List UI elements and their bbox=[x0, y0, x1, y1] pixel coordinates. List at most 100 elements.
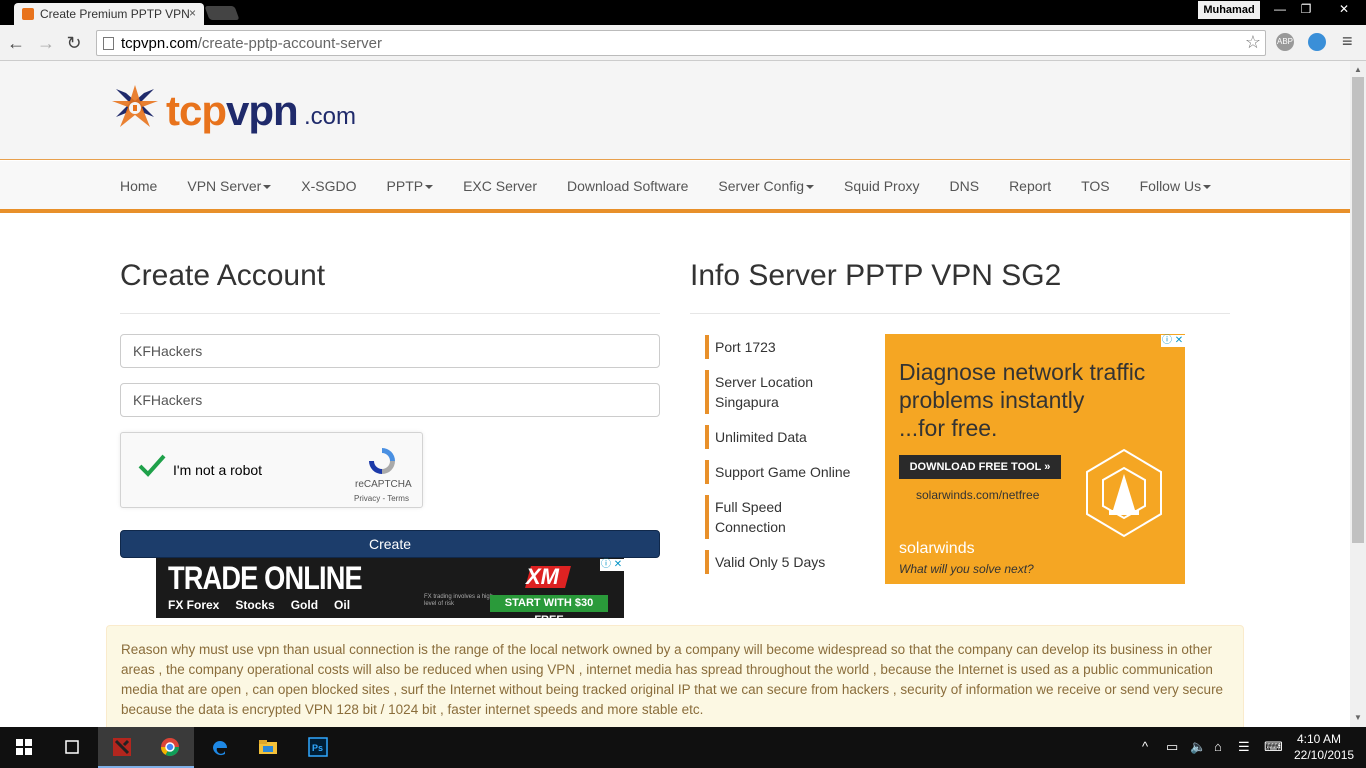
nav-item-exc-server[interactable]: EXC Server bbox=[448, 161, 552, 209]
chrome-icon bbox=[161, 738, 179, 757]
recaptcha-logo-icon bbox=[369, 448, 395, 474]
nav-item-dns[interactable]: DNS bbox=[935, 161, 995, 209]
server-info-list: Port 1723 Server Location Singapura Unlimi… bbox=[705, 335, 855, 585]
browser-tab[interactable]: Create Premium PPTP VPN × bbox=[14, 3, 204, 25]
photoshop-icon: Ps bbox=[308, 737, 328, 757]
browser-toolbar: ← → ↻ tcpvpn.com/create-pptp-account-ser… bbox=[0, 25, 1366, 61]
windows-taskbar: Ps ^ ▭ 🔈 ⌂ ☰ ⌨ 4:10 AM 22/10/2015 bbox=[0, 727, 1366, 768]
tab-close-icon[interactable]: × bbox=[189, 6, 196, 20]
scroll-down-icon[interactable]: ▼ bbox=[1354, 713, 1362, 722]
taskbar-dota2[interactable] bbox=[98, 727, 146, 768]
taskbar-clock[interactable]: 4:10 AM 22/10/2015 bbox=[1294, 731, 1354, 763]
adblock-icon[interactable]: ABP bbox=[1276, 33, 1294, 51]
nav-item-follow-us[interactable]: Follow Us bbox=[1125, 161, 1226, 209]
taskbar-photoshop[interactable]: Ps bbox=[294, 727, 342, 768]
ad-site-link[interactable]: solarwinds.com/netfree bbox=[916, 488, 1039, 502]
battery-icon[interactable]: ▭ bbox=[1166, 739, 1178, 755]
ad-info-icon[interactable]: ⓘ bbox=[600, 559, 612, 571]
close-window-button[interactable]: ✕ bbox=[1326, 0, 1362, 18]
ad-cta-button[interactable]: START WITH $30 FREE bbox=[490, 595, 608, 618]
info-item: Support Game Online bbox=[705, 460, 855, 484]
ad-brand: XM bbox=[526, 564, 559, 589]
ad-close-icon[interactable]: ✕ bbox=[1173, 335, 1185, 347]
ad-close-icon[interactable]: ✕ bbox=[612, 559, 624, 571]
keyboard-icon[interactable]: ⌨ bbox=[1264, 739, 1283, 755]
captcha-label: I'm not a robot bbox=[173, 462, 263, 478]
info-item: Full Speed Connection bbox=[705, 495, 855, 539]
logo-mark-icon bbox=[112, 85, 158, 127]
nav-item-server-config[interactable]: Server Config bbox=[703, 161, 829, 209]
ad-item: Gold bbox=[290, 598, 319, 612]
taskbar-edge[interactable] bbox=[196, 727, 244, 768]
url-path: /create-pptp-account-server bbox=[197, 35, 382, 52]
page-scrollbar[interactable]: ▲ ▼ bbox=[1350, 61, 1366, 727]
minimize-button[interactable]: — bbox=[1268, 0, 1292, 18]
captcha-terms[interactable]: Privacy - Terms bbox=[354, 494, 409, 503]
bookmark-star-icon[interactable]: ☆ bbox=[1245, 32, 1261, 53]
ad-brand: solarwinds bbox=[899, 540, 975, 557]
nav-item-download-software[interactable]: Download Software bbox=[552, 161, 703, 209]
scroll-up-icon[interactable]: ▲ bbox=[1354, 65, 1362, 74]
chrome-menu-icon[interactable]: ≡ bbox=[1342, 31, 1353, 52]
reason-alert: Reason why must use vpn than usual conne… bbox=[106, 625, 1244, 727]
site-logo[interactable]: tcpvpn .com bbox=[110, 83, 370, 141]
traffic-cone-icon bbox=[1086, 448, 1162, 538]
taskbar-file-explorer[interactable] bbox=[244, 727, 292, 768]
divider bbox=[690, 313, 1230, 314]
tray-chevron-icon[interactable]: ^ bbox=[1142, 739, 1148, 754]
main-nav: Home VPN Server X-SGDO PPTP EXC Server Downlo… bbox=[0, 161, 1350, 213]
ad-item: Stocks bbox=[235, 598, 275, 612]
web-page: tcpvpn .com Home VPN Server X-SGDO PPTP EXC … bbox=[0, 61, 1350, 727]
captcha-brand: reCAPTCHA bbox=[355, 479, 412, 490]
info-server-title: Info Server PPTP VPN SG2 bbox=[690, 259, 1062, 292]
folder-icon bbox=[259, 740, 277, 754]
edge-icon bbox=[213, 741, 227, 756]
password-input[interactable] bbox=[120, 383, 660, 417]
caret-down-icon bbox=[1203, 185, 1212, 190]
nav-item-home[interactable]: Home bbox=[105, 161, 172, 209]
recaptcha-widget: I'm not a robot reCAPTCHA Privacy - Term… bbox=[120, 432, 423, 508]
create-button[interactable]: Create bbox=[120, 530, 660, 558]
info-item: Server Location Singapura bbox=[705, 370, 855, 414]
ad-info-icon[interactable]: ⓘ bbox=[1161, 335, 1173, 347]
page-icon bbox=[103, 37, 114, 50]
ad-tagline: What will you solve next? bbox=[899, 562, 1034, 576]
checkmark-icon[interactable] bbox=[137, 451, 167, 481]
new-tab-button[interactable] bbox=[204, 6, 240, 20]
volume-icon[interactable]: 🔈 bbox=[1190, 739, 1206, 755]
taskbar-chrome[interactable] bbox=[146, 727, 194, 768]
task-view-button[interactable] bbox=[48, 727, 96, 768]
maximize-button[interactable]: ❐ bbox=[1294, 0, 1318, 18]
nav-item-tos[interactable]: TOS bbox=[1066, 161, 1125, 209]
start-button[interactable] bbox=[0, 727, 48, 768]
caret-down-icon bbox=[425, 185, 434, 190]
username-input[interactable] bbox=[120, 334, 660, 368]
nav-item-report[interactable]: Report bbox=[994, 161, 1066, 209]
solarwinds-ad[interactable]: Diagnose network traffic problems instan… bbox=[885, 334, 1185, 584]
divider bbox=[120, 313, 660, 314]
caret-down-icon bbox=[806, 185, 815, 190]
nav-item-x-sgdo[interactable]: X-SGDO bbox=[286, 161, 371, 209]
back-icon[interactable]: ← bbox=[6, 33, 26, 54]
task-view-icon bbox=[65, 740, 79, 754]
forward-icon[interactable]: → bbox=[36, 33, 56, 54]
network-icon[interactable]: ⌂ bbox=[1214, 739, 1222, 754]
ad-headline: Diagnose network traffic problems instan… bbox=[899, 359, 1146, 441]
nav-item-pptp[interactable]: PPTP bbox=[372, 161, 449, 209]
nav-item-squid-proxy[interactable]: Squid Proxy bbox=[829, 161, 934, 209]
reload-icon[interactable]: ↻ bbox=[64, 33, 84, 54]
info-item: Valid Only 5 Days bbox=[705, 550, 855, 574]
address-bar[interactable]: tcpvpn.com/create-pptp-account-server ☆ bbox=[96, 30, 1266, 56]
download-free-tool-button[interactable]: DOWNLOAD FREE TOOL » bbox=[899, 455, 1061, 479]
ad-item: FX Forex bbox=[168, 598, 220, 612]
ad-item: Oil bbox=[334, 598, 351, 612]
notifications-icon[interactable]: ☰ bbox=[1238, 739, 1250, 755]
scroll-thumb[interactable] bbox=[1352, 77, 1364, 543]
trade-online-ad[interactable]: TRADE ONLINE FX Forex Stocks Gold Oil XM FX… bbox=[156, 558, 624, 618]
windows-logo-icon bbox=[16, 739, 32, 755]
nav-item-vpn-server[interactable]: VPN Server bbox=[172, 161, 286, 209]
svg-text:Ps: Ps bbox=[312, 743, 323, 753]
globe-extension-icon[interactable] bbox=[1308, 33, 1326, 51]
profile-button[interactable]: Muhamad bbox=[1198, 1, 1260, 19]
info-item: Unlimited Data bbox=[705, 425, 855, 449]
